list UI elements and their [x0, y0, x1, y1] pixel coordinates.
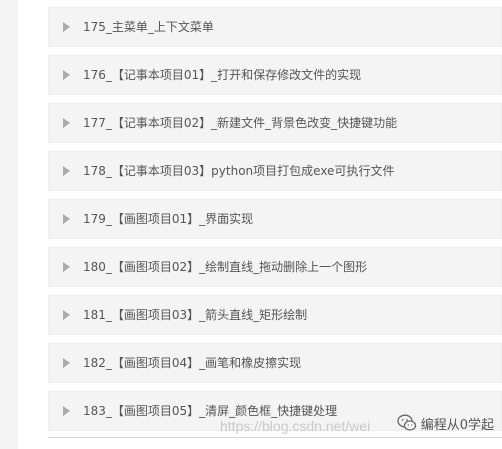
wechat-icon — [397, 414, 416, 431]
lesson-title: 178_【记事本项目03】python项目打包成exe可执行文件 — [83, 164, 395, 178]
caret-right-icon — [63, 22, 70, 32]
lesson-title: 180_【画图项目02】_绘制直线_拖动删除上一个图形 — [83, 260, 368, 274]
caret-right-icon — [63, 262, 70, 272]
caret-right-icon — [63, 70, 70, 80]
lesson-item[interactable]: 182_【画图项目04】_画笔和橡皮擦实现 — [48, 343, 502, 383]
wechat-account-badge: 编程从0学起 — [397, 413, 494, 433]
caret-right-icon — [63, 214, 70, 224]
lesson-item[interactable]: 177_【记事本项目02】_新建文件_背景色改变_快捷键功能 — [48, 103, 502, 143]
lesson-title: 177_【记事本项目02】_新建文件_背景色改变_快捷键功能 — [83, 116, 398, 130]
lesson-title: 176_【记事本项目01】_打开和保存修改文件的实现 — [83, 68, 362, 82]
caret-right-icon — [63, 310, 70, 320]
caret-right-icon — [63, 118, 70, 128]
lesson-item[interactable]: 179_【画图项目01】_界面实现 — [48, 199, 502, 239]
lesson-item[interactable]: 180_【画图项目02】_绘制直线_拖动删除上一个图形 — [48, 247, 502, 287]
lesson-title: 175_主菜单_上下文菜单 — [83, 20, 214, 34]
caret-right-icon — [63, 166, 70, 176]
lesson-item[interactable]: 176_【记事本项目01】_打开和保存修改文件的实现 — [48, 55, 502, 95]
divider — [48, 437, 502, 438]
lesson-item[interactable]: 181_【画图项目03】_箭头直线_矩形绘制 — [48, 295, 502, 335]
caret-right-icon — [63, 406, 70, 416]
lesson-title: 181_【画图项目03】_箭头直线_矩形绘制 — [83, 308, 308, 322]
lesson-item[interactable]: 178_【记事本项目03】python项目打包成exe可执行文件 — [48, 151, 502, 191]
page: 175_主菜单_上下文菜单 176_【记事本项目01】_打开和保存修改文件的实现… — [0, 0, 502, 449]
lesson-title: 182_【画图项目04】_画笔和橡皮擦实现 — [83, 356, 302, 370]
lesson-title: 179_【画图项目01】_界面实现 — [83, 212, 254, 226]
account-name: 编程从0学起 — [420, 417, 494, 433]
watermark-url: https://blog.csdn.net/wei — [220, 418, 371, 434]
left-gutter — [0, 0, 18, 449]
caret-right-icon — [63, 358, 70, 368]
lesson-item[interactable]: 175_主菜单_上下文菜单 — [48, 7, 502, 47]
